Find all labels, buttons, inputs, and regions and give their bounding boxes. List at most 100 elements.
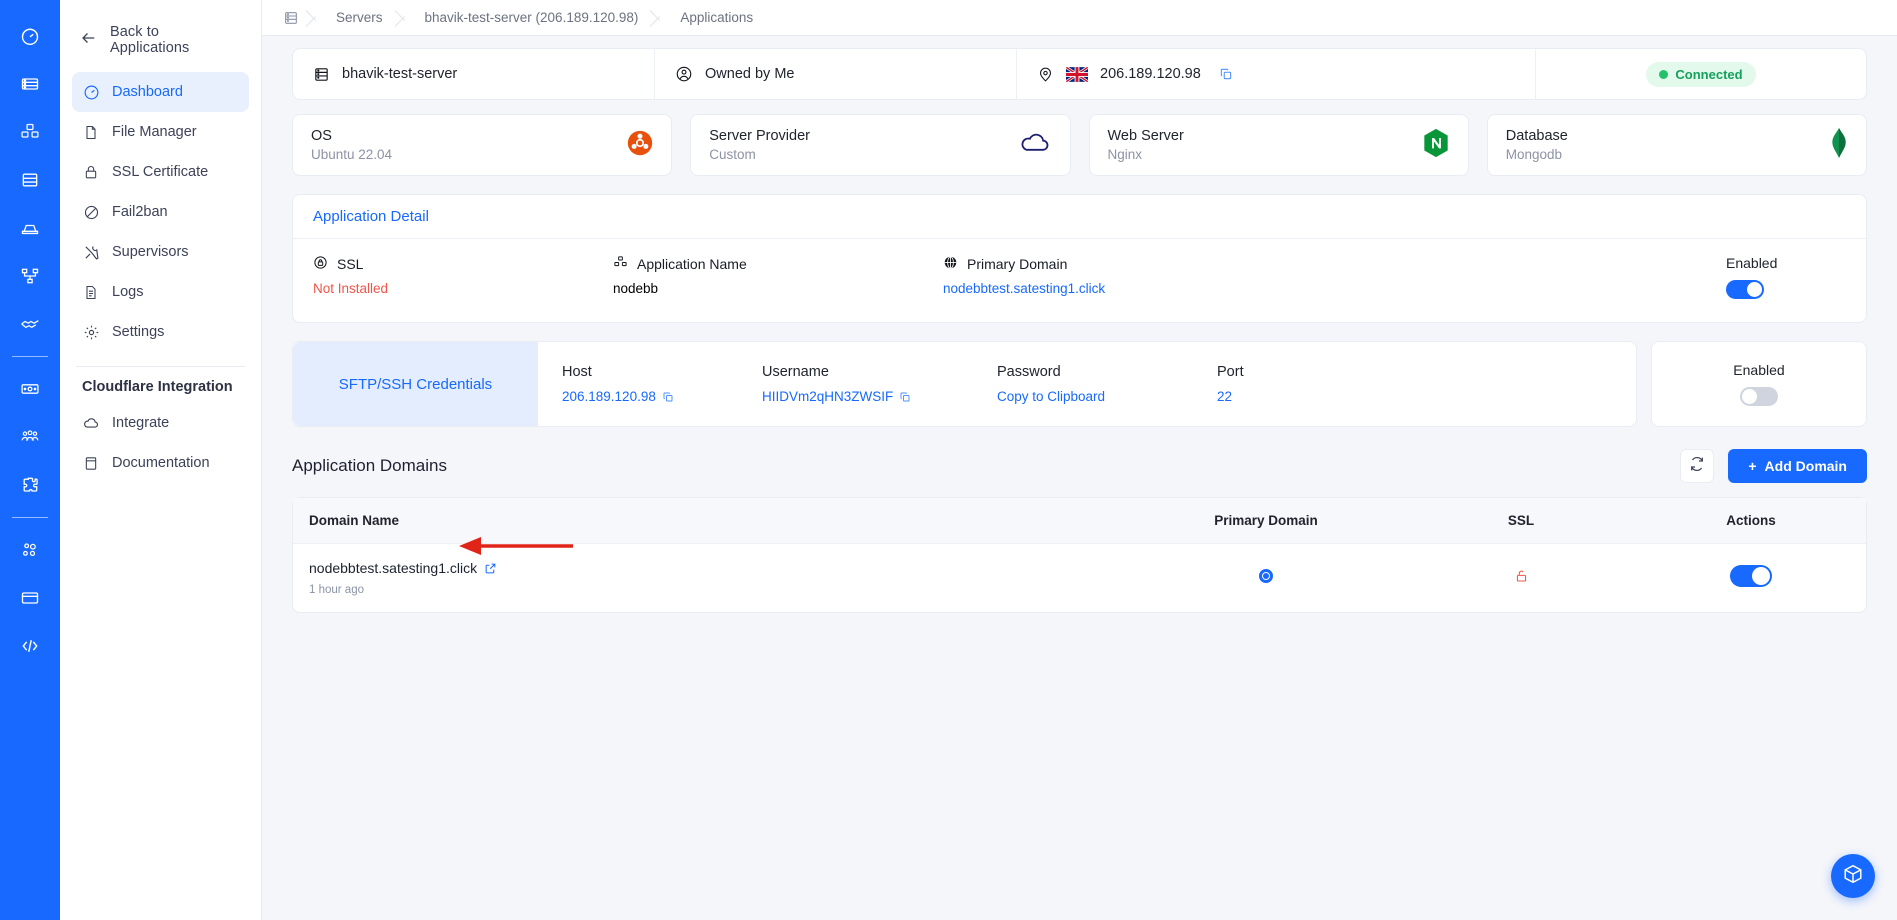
domain-created-time: 1 hour ago — [309, 584, 364, 596]
status-dot-icon — [1659, 69, 1669, 79]
detail-enabled-label: Enabled — [1726, 255, 1778, 271]
status-badge: Connected — [1646, 61, 1756, 87]
gauge-icon — [82, 83, 100, 101]
back-to-applications-label: Back to Applications — [110, 24, 190, 56]
billing-icon[interactable] — [8, 365, 52, 413]
server-summary-bar: bhavik-test-server Owned by Me 206.189.1… — [292, 48, 1867, 100]
add-domain-button[interactable]: + Add Domain — [1728, 449, 1867, 483]
status-badge-label: Connected — [1675, 66, 1743, 82]
table-row[interactable]: nodebbtest.satesting1.click 1 hour ago — [293, 544, 1866, 613]
lock-icon — [82, 163, 100, 181]
back-to-applications-button[interactable]: Back to Applications — [72, 16, 249, 64]
sidebar-label-logs: Logs — [112, 284, 144, 300]
detail-primary-domain: Primary Domain nodebbtest.satesting1.cli… — [943, 255, 1726, 304]
main-area: Servers bhavik-test-server (206.189.120.… — [262, 0, 1897, 920]
monitor-icon[interactable] — [8, 574, 52, 622]
breadcrumb-item-server[interactable]: bhavik-test-server (206.189.120.98) — [417, 10, 647, 25]
tools-icon — [82, 243, 100, 261]
info-card-webserver: Web Server Nginx — [1088, 114, 1469, 176]
info-card-label: OS — [311, 128, 332, 144]
integrations-icon[interactable] — [8, 461, 52, 509]
domain-enabled-toggle[interactable] — [1730, 564, 1772, 587]
sidebar-divider — [76, 366, 245, 367]
partners-icon[interactable] — [8, 300, 52, 348]
sftp-port-label: Port — [1217, 364, 1244, 380]
copy-icon[interactable] — [1219, 67, 1233, 81]
refresh-button[interactable] — [1680, 449, 1715, 483]
sftp-card: SFTP/SSH Credentials Host 206.189.120.98… — [292, 341, 1637, 427]
app-cubes-icon — [613, 255, 628, 273]
breadcrumb-separator — [646, 0, 672, 36]
sftp-host-value[interactable]: 206.189.120.98 — [562, 389, 738, 404]
detail-primary-domain-value[interactable]: nodebbtest.satesting1.click — [943, 281, 1726, 296]
sidebar-item-settings[interactable]: Settings — [72, 312, 249, 352]
api-icon[interactable] — [8, 622, 52, 670]
applications-icon[interactable] — [8, 108, 52, 156]
detail-primary-domain-head: Primary Domain — [943, 255, 1726, 273]
breadcrumb-item-servers[interactable]: Servers — [328, 10, 391, 25]
sftp-title: SFTP/SSH Credentials — [293, 342, 538, 426]
sidebar-item-ssl-certificate[interactable]: SSL Certificate — [72, 152, 249, 192]
chat-box-icon — [1842, 863, 1864, 890]
sftp-password-copy-link[interactable]: Copy to Clipboard — [997, 389, 1193, 404]
global-icon-rail — [0, 0, 60, 920]
detail-ssl-label: SSL — [337, 256, 364, 272]
info-card-database: Database Mongodb — [1486, 114, 1867, 176]
sftp-field-username: Username HIIDVm2qHN3ZWSIF — [738, 342, 973, 426]
sidebar-item-file-manager[interactable]: File Manager — [72, 112, 249, 152]
ubuntu-logo-icon — [627, 130, 653, 161]
sidebar-label-fail2ban-ssl: SSL Certificate — [112, 164, 209, 180]
sidebar-item-integrate[interactable]: Integrate — [72, 403, 249, 443]
sidebar-item-dashboard[interactable]: Dashboard — [72, 72, 249, 112]
server-owner-value: Owned by Me — [705, 66, 795, 82]
uk-flag-icon — [1066, 66, 1088, 82]
arrow-left-icon — [80, 29, 98, 52]
cloud-icon — [82, 414, 100, 432]
breadcrumb-item-applications[interactable]: Applications — [672, 10, 761, 25]
app-shell: Back to Applications Dashboard File Mana… — [0, 0, 1897, 920]
sidebar-item-supervisors[interactable]: Supervisors — [72, 232, 249, 272]
cell-domain-name: nodebbtest.satesting1.click 1 hour ago — [293, 544, 1126, 613]
servers-icon[interactable] — [8, 60, 52, 108]
dashboard-icon[interactable] — [8, 12, 52, 60]
info-card-value: Custom — [709, 147, 756, 162]
info-card-label: Database — [1505, 128, 1568, 144]
sidebar-item-fail2ban[interactable]: Fail2ban — [72, 192, 249, 232]
external-link-icon[interactable] — [484, 562, 497, 575]
sftp-field-port: Port 22 — [1193, 342, 1636, 426]
sftp-credentials-section: SFTP/SSH Credentials Host 206.189.120.98… — [292, 341, 1867, 427]
primary-domain-radio[interactable] — [1259, 568, 1273, 583]
backups-icon[interactable] — [8, 204, 52, 252]
page-root: Back to Applications Dashboard File Mana… — [0, 0, 1897, 920]
server-info-cards: OS Ubuntu 22.04 Server Provider Custom W… — [292, 114, 1867, 176]
breadcrumb-separator — [391, 0, 417, 36]
team-icon[interactable] — [8, 413, 52, 461]
server-rack-icon — [280, 7, 302, 29]
sftp-enabled-toggle[interactable] — [1740, 387, 1778, 406]
breadcrumb-separator — [302, 0, 328, 36]
sftp-username-value[interactable]: HIIDVm2qHN3ZWSIF — [762, 389, 973, 404]
server-name-cell: bhavik-test-server — [293, 49, 655, 99]
column-domain-name: Domain Name — [293, 498, 1126, 544]
ssl-unlocked-icon[interactable] — [1514, 568, 1529, 584]
application-enabled-toggle[interactable] — [1726, 280, 1764, 299]
sidebar-label-documentation: Documentation — [112, 455, 210, 471]
cloud-logo-icon — [1018, 130, 1052, 161]
copy-icon[interactable] — [662, 391, 674, 403]
sidebar-item-logs[interactable]: Logs — [72, 272, 249, 312]
sidebar-label-integrate: Integrate — [112, 415, 170, 431]
network-icon[interactable] — [8, 252, 52, 300]
database-icon[interactable] — [8, 156, 52, 204]
sidebar-item-documentation[interactable]: Documentation — [72, 443, 249, 483]
copy-icon[interactable] — [899, 391, 911, 403]
breadcrumb: Servers bhavik-test-server (206.189.120.… — [262, 0, 1897, 36]
info-card-value: Nginx — [1107, 147, 1143, 162]
server-owner-cell: Owned by Me — [655, 49, 1017, 99]
chat-support-button[interactable] — [1831, 854, 1875, 898]
application-detail-panel: Application Detail SSL Not Installed App… — [292, 194, 1867, 323]
settings-nodes-icon[interactable] — [8, 526, 52, 574]
detail-ssl-value: Not Installed — [313, 281, 389, 296]
application-domains-title: Application Domains — [292, 456, 447, 475]
application-detail-row: SSL Not Installed Application Name nodeb… — [293, 239, 1866, 322]
detail-app-name-head: Application Name — [613, 255, 943, 273]
